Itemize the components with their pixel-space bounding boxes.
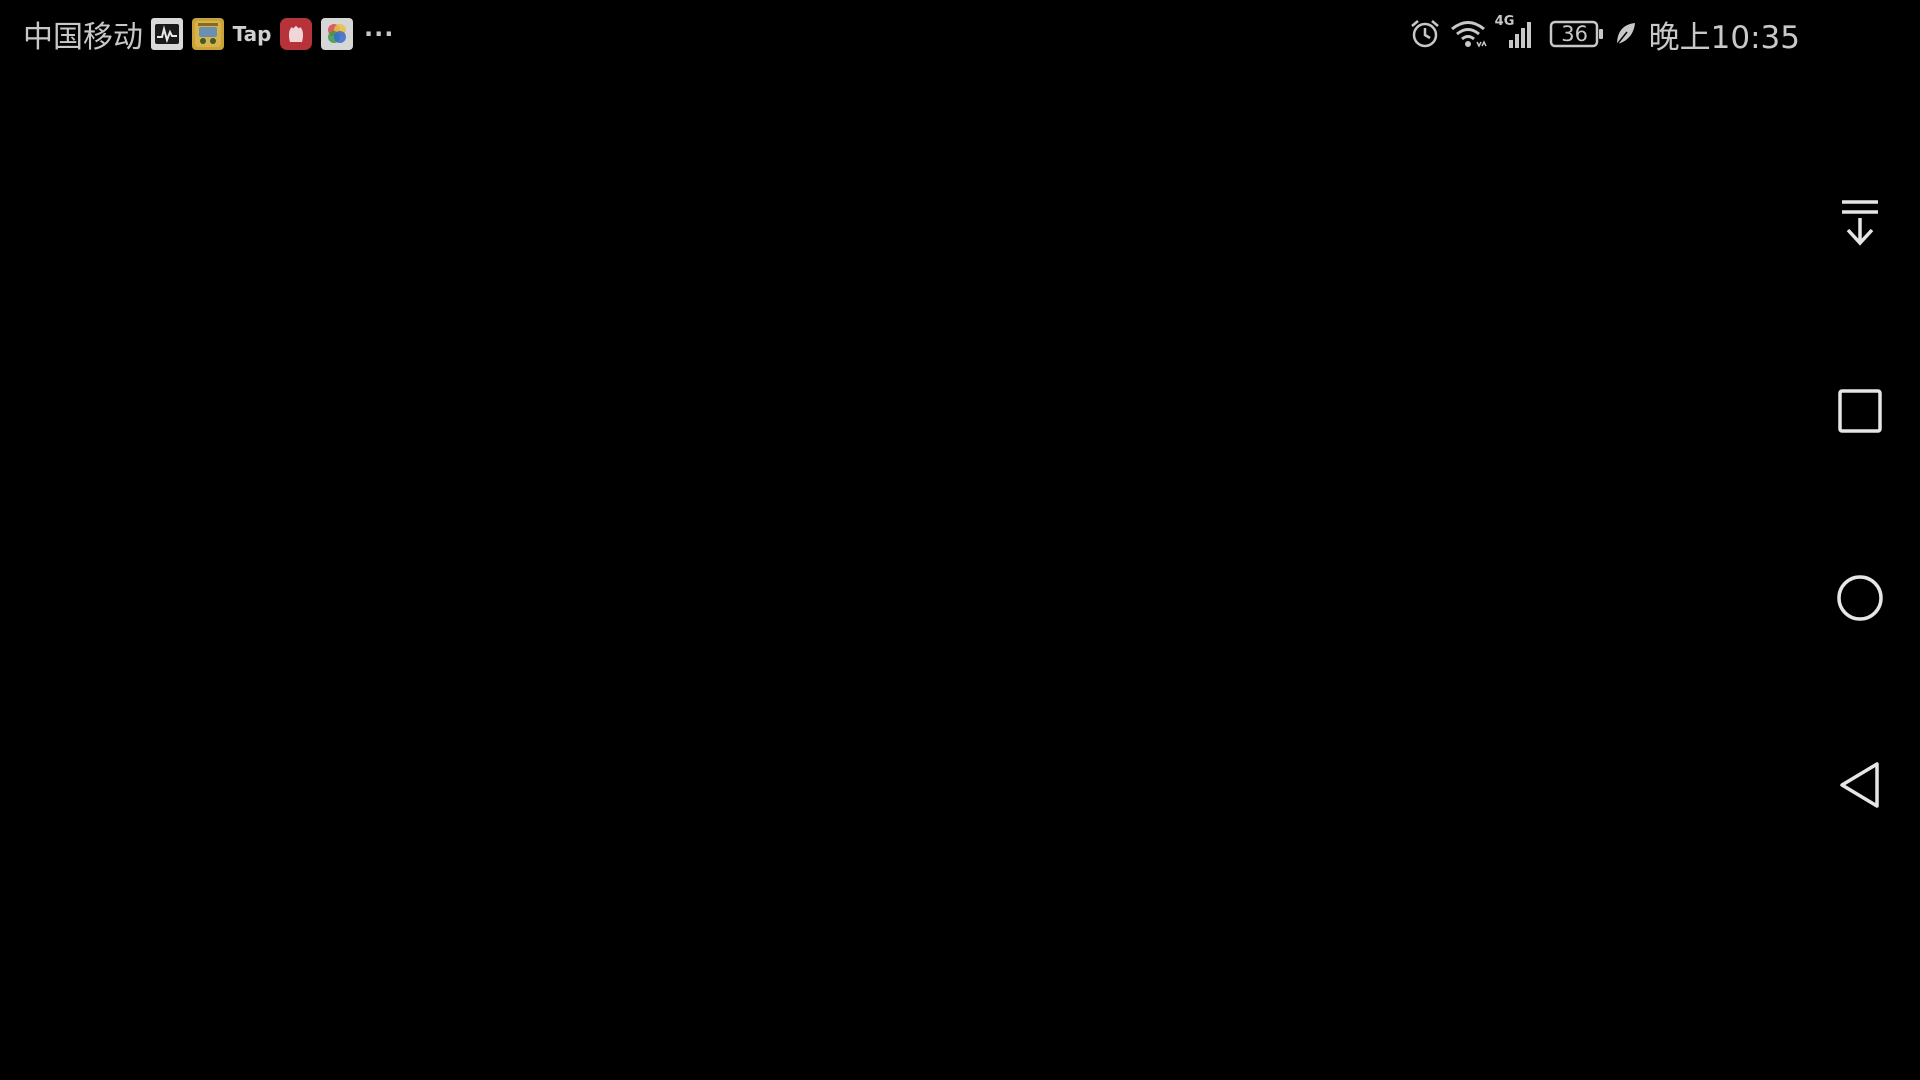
tap-app-icon: Tap: [232, 22, 272, 46]
power-saving-leaf-icon: [1613, 20, 1637, 48]
game-app-icon: [192, 18, 224, 50]
status-bar: 中国移动 Tap ··· 4G 36 晚上10:35: [0, 0, 1800, 68]
alarm-icon: [1409, 18, 1441, 50]
carrier-name: 中国移动: [23, 20, 143, 55]
hide-navbar-button[interactable]: [1800, 165, 1920, 285]
recent-apps-button[interactable]: [1800, 353, 1920, 473]
photos-app-icon: [321, 18, 353, 50]
status-bar-right: 4G 36 晚上10:35: [1409, 12, 1800, 56]
wifi-icon: [1449, 18, 1487, 50]
activity-monitor-icon: [151, 18, 183, 50]
square-icon: [1837, 388, 1883, 438]
circle-icon: [1835, 573, 1885, 627]
arrow-down-with-bar-icon: [1838, 198, 1882, 252]
navigation-bar: [1800, 0, 1920, 1080]
red-app-icon: [280, 18, 312, 50]
clock: 晚上10:35: [1648, 19, 1800, 56]
4g-signal-icon: 4G: [1495, 14, 1535, 50]
network-type-label: 4G: [1494, 14, 1515, 29]
more-notifications-indicator: ···: [364, 20, 395, 48]
battery-icon: 36: [1549, 18, 1605, 50]
home-button[interactable]: [1800, 540, 1920, 660]
triangle-left-icon: [1837, 760, 1883, 814]
status-bar-left: 中国移动 Tap ···: [23, 12, 394, 56]
battery-level: 36: [1561, 22, 1589, 46]
back-button[interactable]: [1800, 727, 1920, 847]
screen: 中国移动 Tap ··· 4G 36 晚上10:35: [0, 0, 1920, 1080]
